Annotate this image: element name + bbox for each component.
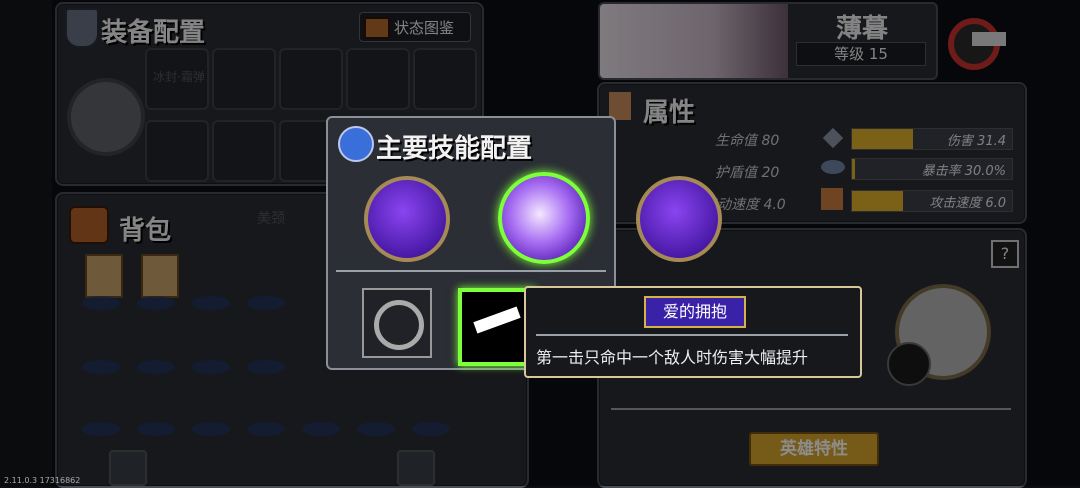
empty-skill-slot[interactable] bbox=[362, 288, 432, 358]
attack-speed-bar-fill bbox=[852, 191, 904, 211]
skill-tooltip: 爱的拥抱 第一击只命中一个敌人时伤害大幅提升 bbox=[524, 286, 862, 378]
equipment-slot-4[interactable] bbox=[346, 48, 410, 110]
empty-slot bbox=[137, 422, 175, 436]
stat-bar-crit: 暴击率 30.0% bbox=[851, 158, 1013, 180]
tooltip-name-label: 爱的拥抱 bbox=[662, 302, 727, 321]
hero-trait-label: 英雄特性 bbox=[780, 439, 848, 459]
attack-speed-label: 攻击速度 6.0 bbox=[929, 196, 1006, 211]
empty-slot bbox=[192, 296, 230, 310]
skill-config-title: 主要技能配置 bbox=[376, 134, 533, 164]
empty-slot bbox=[357, 422, 395, 436]
stat-hp: 生命值 80 bbox=[715, 133, 780, 149]
empty-slot bbox=[192, 360, 230, 374]
help-label: ? bbox=[1000, 244, 1010, 263]
backpack-title: 背包 bbox=[119, 216, 172, 246]
stat-bar-attack-speed: 攻击速度 6.0 bbox=[851, 190, 1013, 212]
fist-icon bbox=[821, 188, 843, 210]
damage-label: 伤害 31.4 bbox=[946, 134, 1006, 149]
empty-slot bbox=[82, 360, 120, 374]
slot-machine-item[interactable] bbox=[85, 254, 123, 298]
status-atlas-label: 状态图鉴 bbox=[394, 19, 455, 37]
needle-icon bbox=[887, 342, 931, 386]
skill-orb-right[interactable] bbox=[636, 176, 722, 262]
shield-icon bbox=[67, 78, 145, 156]
equipment-slot-3[interactable] bbox=[279, 48, 343, 110]
divider-ornament bbox=[536, 334, 848, 336]
equipment-slot-1[interactable]: 冰封·霜弹 bbox=[145, 48, 209, 110]
prohibited-icon bbox=[374, 300, 424, 350]
skull-item[interactable] bbox=[141, 254, 179, 298]
empty-slot bbox=[137, 360, 175, 374]
sort-down-button[interactable] bbox=[397, 450, 435, 486]
recycle-button[interactable] bbox=[109, 450, 147, 486]
empty-slot bbox=[82, 422, 120, 436]
hero-trait-button[interactable]: 英雄特性 bbox=[749, 432, 879, 466]
tooltip-skill-name: 爱的拥抱 bbox=[644, 296, 746, 328]
left-edge-strip bbox=[0, 0, 52, 486]
exit-button[interactable] bbox=[944, 8, 1008, 72]
tooltip-description: 第一击只命中一个敌人时伤害大幅提升 bbox=[536, 348, 809, 367]
empty-slot bbox=[412, 422, 450, 436]
skill-orb-selected[interactable] bbox=[498, 172, 590, 264]
lightning-icon bbox=[338, 126, 374, 162]
status-atlas-button[interactable]: 状态图鉴 bbox=[359, 12, 471, 42]
damage-bar-fill bbox=[852, 129, 913, 149]
stat-shield: 护盾值 20 bbox=[715, 165, 780, 181]
slot-ghost-text: 冰封·霜弹 bbox=[153, 70, 205, 84]
version-text: 2.11.0.3 17316862 bbox=[4, 476, 81, 485]
hero-portrait-frame: 薄暮 等级 15 bbox=[598, 2, 938, 80]
empty-slot bbox=[247, 296, 285, 310]
empty-slot bbox=[137, 296, 175, 310]
equipment-slot-6[interactable] bbox=[145, 120, 209, 182]
empty-slot bbox=[247, 422, 285, 436]
divider-ornament bbox=[611, 408, 1011, 410]
backpack-faded-label: 美颈 bbox=[257, 211, 285, 227]
equipment-slot-7[interactable] bbox=[212, 120, 276, 182]
stat-bar-damage: 伤害 31.4 bbox=[851, 128, 1013, 150]
crit-label: 暴击率 30.0% bbox=[921, 164, 1006, 179]
helmet-icon bbox=[65, 8, 99, 48]
sword-icon bbox=[822, 127, 844, 149]
hug-skill-icon bbox=[473, 306, 521, 334]
hero-name: 薄暮 bbox=[836, 14, 889, 44]
empty-slot bbox=[302, 422, 340, 436]
empty-slot bbox=[247, 360, 285, 374]
hero-level: 等级 15 bbox=[796, 42, 926, 66]
empty-slot bbox=[82, 296, 120, 310]
divider-ornament bbox=[336, 270, 606, 272]
eye-icon bbox=[821, 160, 845, 174]
equipment-title: 装备配置 bbox=[101, 18, 206, 48]
crit-bar-fill bbox=[852, 159, 856, 179]
hero-portrait bbox=[600, 4, 788, 78]
backpack-icon bbox=[69, 206, 109, 244]
skill-orb-left[interactable] bbox=[364, 176, 450, 262]
equipment-slot-5[interactable] bbox=[413, 48, 477, 110]
attributes-title: 属性 bbox=[643, 98, 696, 128]
book-icon bbox=[364, 17, 390, 39]
empty-slot bbox=[192, 422, 230, 436]
help-button[interactable]: ? bbox=[991, 240, 1019, 268]
equipment-slot-2[interactable] bbox=[212, 48, 276, 110]
